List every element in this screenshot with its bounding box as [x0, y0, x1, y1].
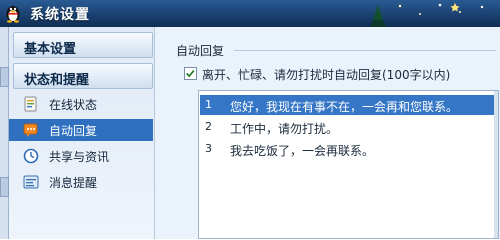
- sidebar-item-auto-reply[interactable]: 自动回复: [9, 119, 153, 141]
- auto-reply-checkbox-label: 离开、忙碌、请勿打扰时自动回复(100字以内): [202, 68, 451, 82]
- group-title: 自动回复: [176, 44, 225, 58]
- reply-number: 1: [205, 98, 212, 111]
- sidebar-item-online-status[interactable]: 在线状态: [9, 93, 153, 115]
- reply-number: 2: [205, 120, 212, 133]
- reply-text: 工作中，请勿打扰。: [230, 122, 339, 136]
- clock-icon: [23, 148, 39, 164]
- background-window-edge: [0, 27, 9, 239]
- sidebar-item-message-alerts[interactable]: 消息提醒: [9, 171, 153, 193]
- reply-list-item[interactable]: 2 工作中，请勿打扰。: [200, 117, 498, 137]
- sidebar-item-label: 在线状态: [49, 98, 98, 112]
- auto-reply-panel: 自动回复 离开、忙碌、请勿打扰时自动回复(100字以内) 1 您好，我现在有事不…: [156, 27, 500, 239]
- auto-reply-icon: [23, 123, 38, 137]
- reply-message-list[interactable]: 1 您好，我现在有事不在，一会再和您联系。 2 工作中，请勿打扰。 3 我去吃饭…: [198, 90, 499, 239]
- list-scroll-edge: [494, 91, 498, 238]
- settings-window: 系统设置 基本设置 状态和提醒 在线状态 自动回复 共享与资讯 消息提醒 自动回…: [0, 0, 500, 239]
- checkmark-icon: [186, 69, 195, 78]
- title-bar[interactable]: 系统设置: [0, 0, 500, 27]
- section-status-and-alerts[interactable]: 状态和提醒: [13, 63, 153, 89]
- section-label: 基本设置: [24, 42, 77, 57]
- auto-reply-checkbox[interactable]: [184, 67, 197, 80]
- section-basic-settings[interactable]: 基本设置: [13, 32, 153, 58]
- reply-list-item[interactable]: 3 我去吃饭了，一会再联系。: [200, 139, 498, 159]
- title-decoration: [370, 3, 484, 27]
- settings-sidebar: 基本设置 状态和提醒 在线状态 自动回复 共享与资讯 消息提醒: [9, 27, 155, 239]
- reply-text: 我去吃饭了，一会再联系。: [230, 144, 375, 158]
- sidebar-item-share-and-news[interactable]: 共享与资讯: [9, 145, 153, 167]
- message-alert-icon: [23, 175, 39, 189]
- sidebar-item-label: 共享与资讯: [49, 150, 110, 164]
- edge-tab: [0, 177, 9, 197]
- group-divider: [234, 50, 496, 51]
- online-status-icon: [24, 96, 37, 112]
- edge-tab: [0, 67, 9, 87]
- reply-text: 您好，我现在有事不在，一会再和您联系。: [230, 100, 459, 114]
- sidebar-item-label: 自动回复: [49, 124, 98, 138]
- sidebar-item-label: 消息提醒: [49, 176, 98, 190]
- reply-number: 3: [205, 142, 212, 155]
- window-title: 系统设置: [30, 7, 90, 23]
- penguin-icon: [6, 6, 20, 23]
- reply-list-item[interactable]: 1 您好，我现在有事不在，一会再和您联系。: [200, 95, 498, 115]
- section-label: 状态和提醒: [24, 73, 90, 88]
